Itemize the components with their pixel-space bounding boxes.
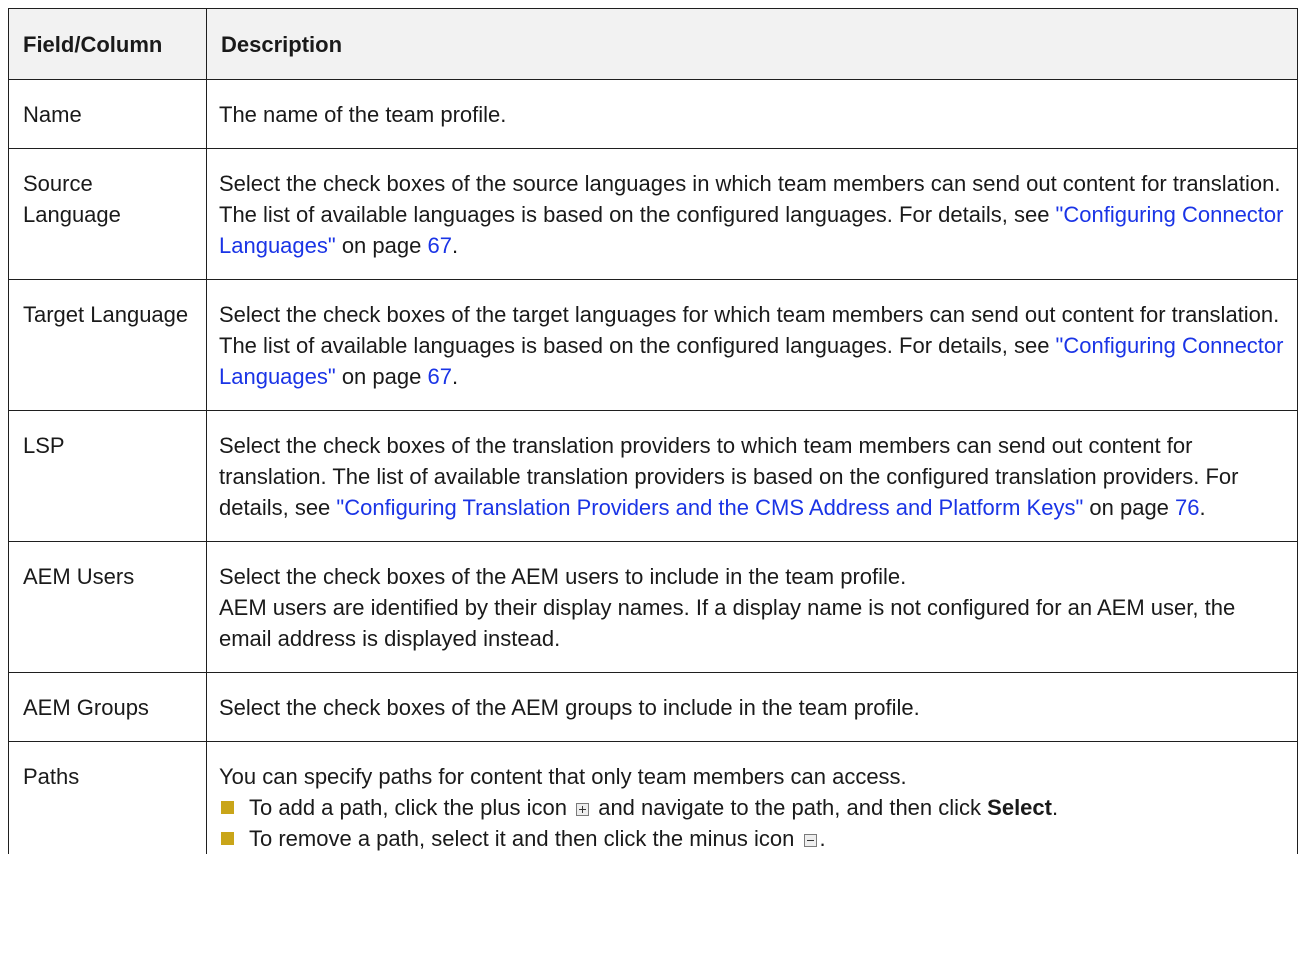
description-text: You can specify paths for content that o…	[219, 764, 907, 789]
table-row-name: Name The name of the team profile.	[8, 79, 1298, 149]
field-name-cell: LSP	[8, 410, 207, 542]
description-text: .	[451, 364, 459, 389]
table-header-row: Field/Column Description	[8, 8, 1298, 80]
description-text: AEM users are identified by their displa…	[219, 595, 1236, 651]
table-row-lsp: LSP Select the check boxes of the transl…	[8, 410, 1298, 542]
plus-icon	[576, 803, 590, 816]
bullet-item-add-path: To add a path, click the plus icon and n…	[219, 792, 1285, 823]
page-link[interactable]: 76	[1175, 495, 1199, 520]
field-name-cell: AEM Groups	[8, 672, 207, 742]
field-name-cell: Target Language	[8, 279, 207, 411]
description-cell: Select the check boxes of the source lan…	[206, 148, 1298, 280]
description-cell: You can specify paths for content that o…	[206, 741, 1298, 854]
description-text: and navigate to the path, and then click	[592, 795, 988, 820]
description-cell: Select the check boxes of the AEM users …	[206, 541, 1298, 673]
description-text: .	[451, 233, 459, 258]
description-text: on page	[1083, 495, 1176, 520]
description-cell: The name of the team profile.	[206, 79, 1298, 149]
description-text: on page	[335, 233, 428, 258]
bullet-square-icon	[221, 801, 234, 814]
description-text: To remove a path, select it and then cli…	[249, 826, 801, 851]
column-header-field: Field/Column	[8, 8, 207, 80]
field-name-cell: Paths	[8, 741, 207, 854]
page-link[interactable]: 67	[427, 364, 451, 389]
field-description-table: Field/Column Description Name The name o…	[8, 8, 1298, 854]
table-row-source-language: Source Language Select the check boxes o…	[8, 148, 1298, 280]
description-text: To add a path, click the plus icon	[249, 795, 574, 820]
description-text: on page	[335, 364, 428, 389]
description-text: .	[1199, 495, 1206, 520]
description-text: .	[819, 826, 826, 851]
bullet-square-icon	[221, 832, 234, 845]
table-row-aem-groups: AEM Groups Select the check boxes of the…	[8, 672, 1298, 742]
table-row-target-language: Target Language Select the check boxes o…	[8, 279, 1298, 411]
description-text: .	[1051, 795, 1059, 820]
table-row-paths: Paths You can specify paths for content …	[8, 741, 1298, 854]
description-cell: Select the check boxes of the translatio…	[206, 410, 1298, 542]
page-link[interactable]: 67	[427, 233, 451, 258]
column-header-description: Description	[206, 8, 1298, 80]
select-label: Select	[987, 795, 1052, 820]
table-row-aem-users: AEM Users Select the check boxes of the …	[8, 541, 1298, 673]
field-name-cell: Source Language	[8, 148, 207, 280]
minus-icon	[803, 834, 817, 847]
configuring-providers-link[interactable]: "Configuring Translation Providers and t…	[336, 495, 1083, 520]
bullet-item-remove-path: To remove a path, select it and then cli…	[219, 823, 1285, 854]
description-cell: Select the check boxes of the AEM groups…	[206, 672, 1298, 742]
description-cell: Select the check boxes of the target lan…	[206, 279, 1298, 411]
field-name-cell: AEM Users	[8, 541, 207, 673]
field-name-cell: Name	[8, 79, 207, 149]
description-text: Select the check boxes of the AEM users …	[219, 564, 907, 589]
